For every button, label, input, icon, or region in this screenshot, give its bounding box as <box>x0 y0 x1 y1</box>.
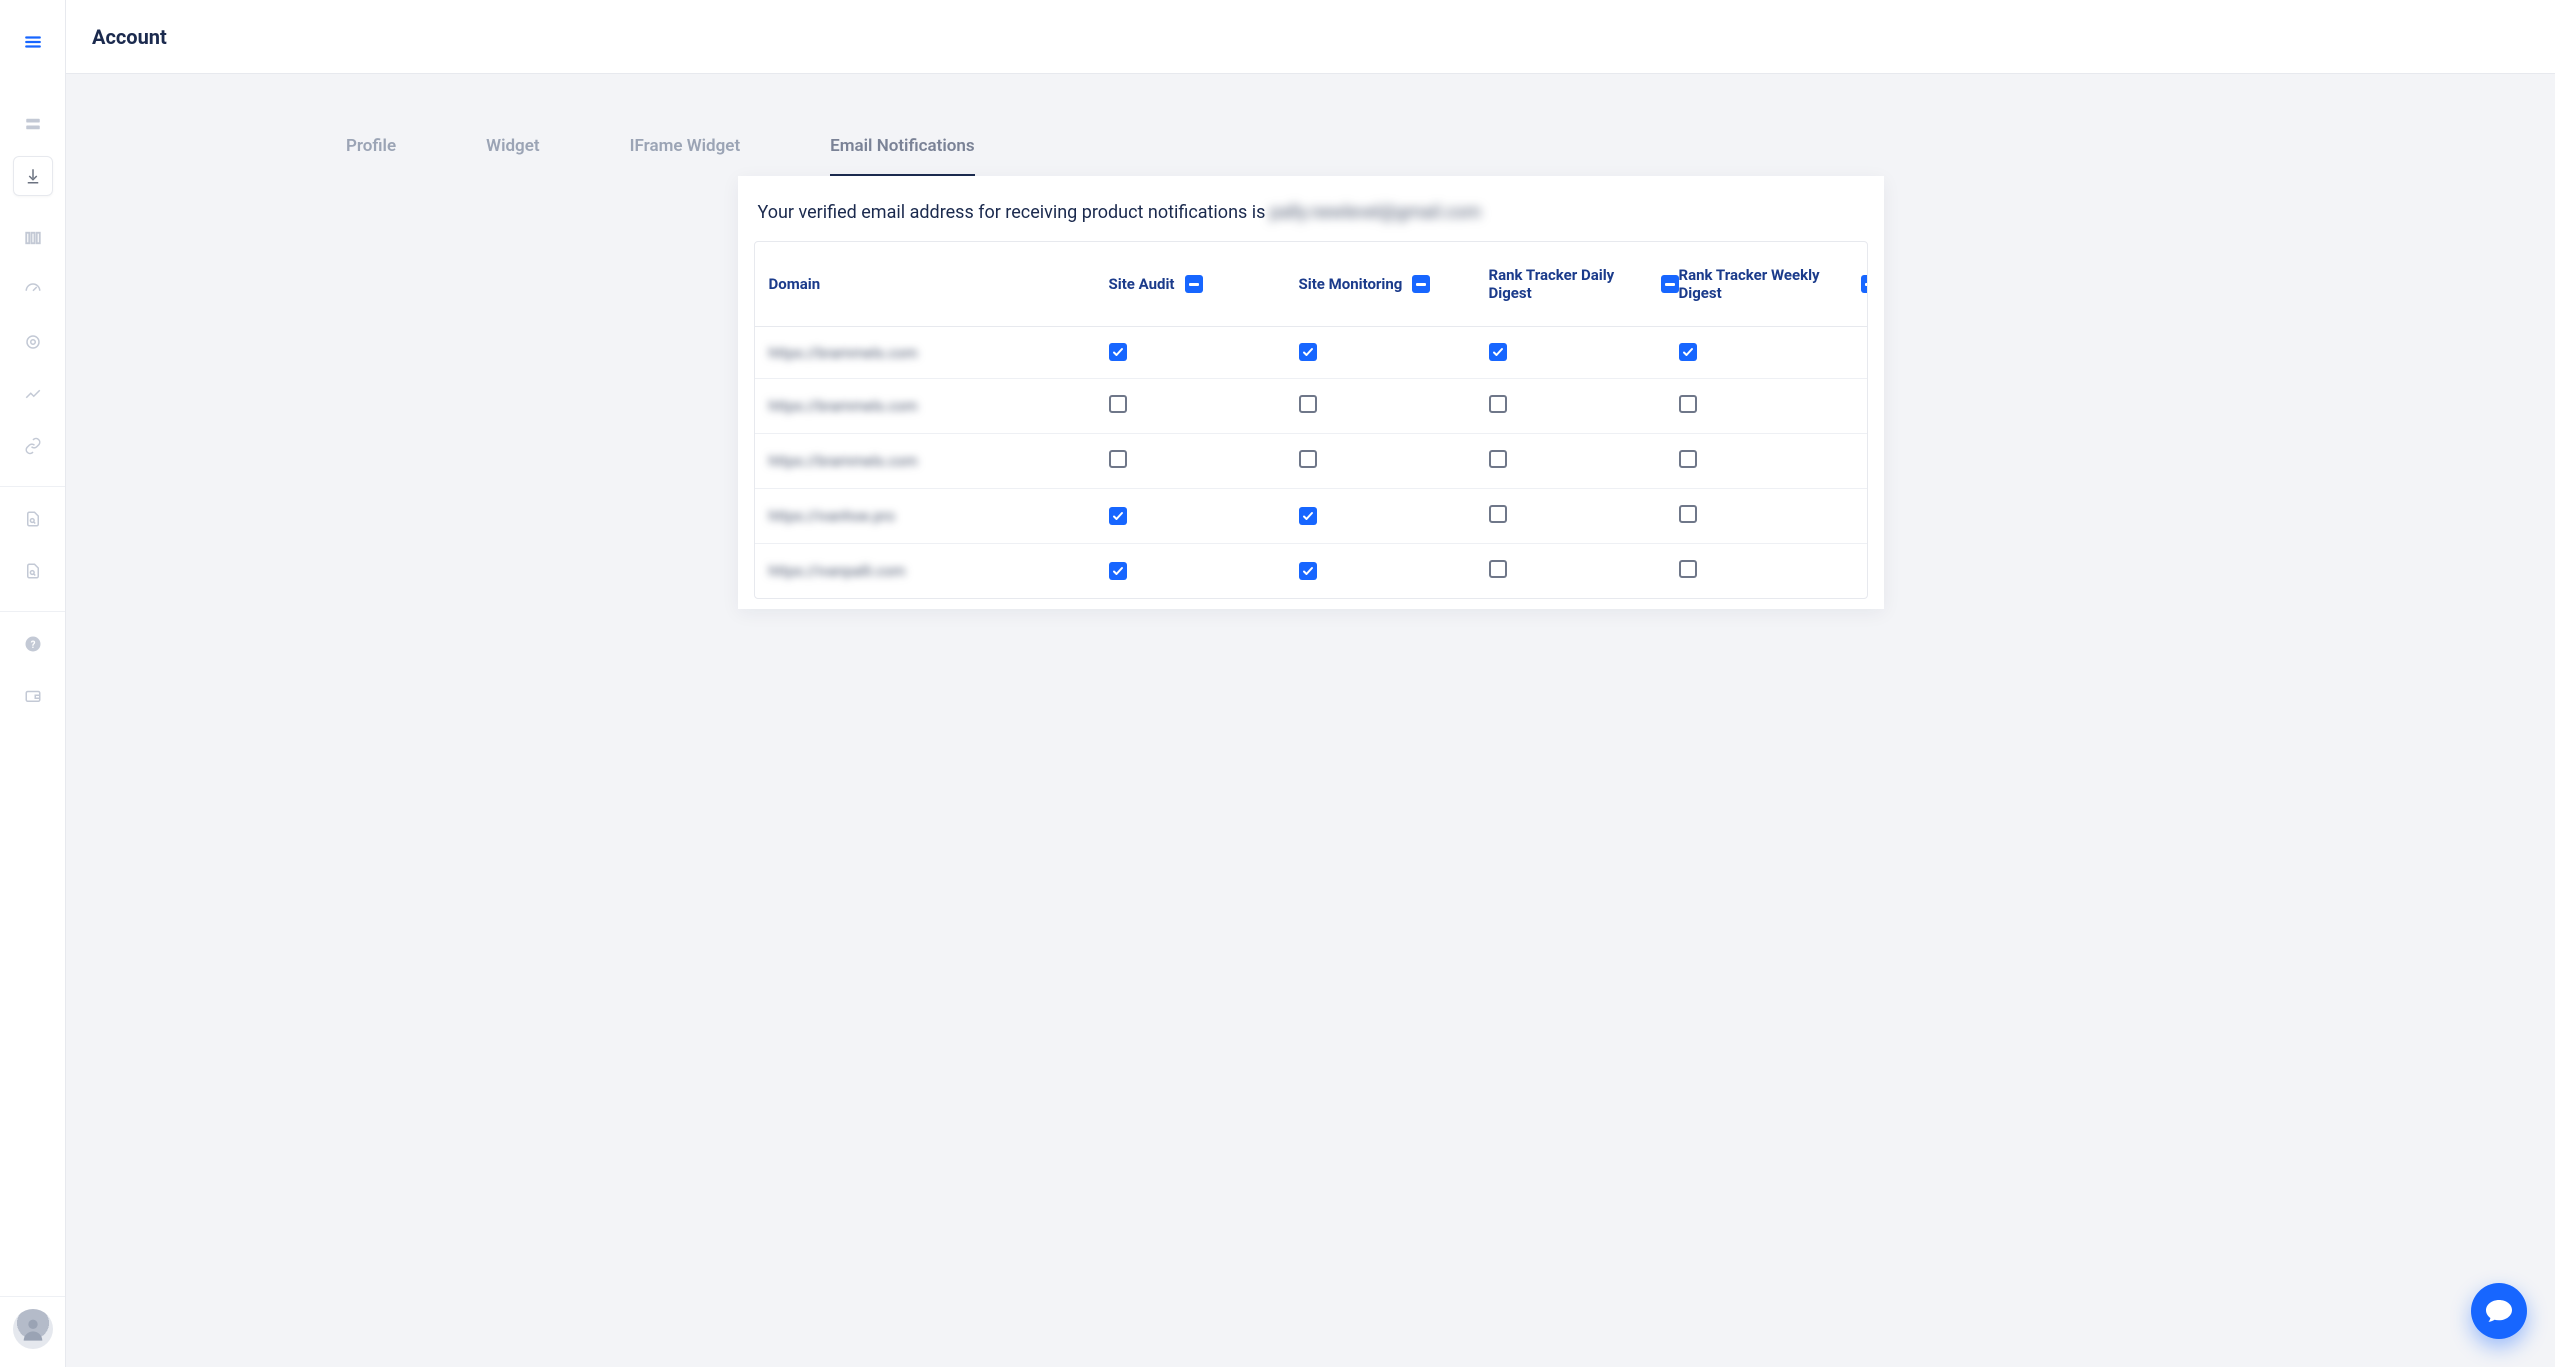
notifications-table: Domain Site Audit Site Monitoring Rank T… <box>754 241 1868 599</box>
sidebar-item-link[interactable] <box>13 426 53 466</box>
sidebar-item-target[interactable] <box>13 322 53 362</box>
sidebar-divider <box>0 1296 65 1297</box>
checkbox-rank-weekly[interactable] <box>1679 450 1697 468</box>
checkbox-site-monitoring[interactable] <box>1299 507 1317 525</box>
avatar[interactable] <box>13 1309 53 1349</box>
gauge-icon <box>24 281 42 299</box>
sidebar: ? <box>0 0 66 1367</box>
sidebar-divider <box>0 486 65 487</box>
sidebar-item-doc2[interactable] <box>13 551 53 591</box>
sidebar-item-help[interactable]: ? <box>13 624 53 664</box>
domain-cell: https://brammels.com <box>769 397 1109 415</box>
domain-cell: https://brammels.com <box>769 452 1109 470</box>
checkbox-site-audit[interactable] <box>1109 395 1127 413</box>
verified-email-notice: Your verified email address for receivin… <box>758 202 1868 223</box>
col-site-audit: Site Audit <box>1109 275 1299 293</box>
checkbox-rank-daily[interactable] <box>1489 450 1507 468</box>
sidebar-item-download[interactable] <box>13 156 53 196</box>
checkbox-rank-daily[interactable] <box>1489 395 1507 413</box>
table-row: https://ivanpalli.com <box>755 544 1867 598</box>
table-row: https://brammels.com <box>755 327 1867 379</box>
header-checkbox-site-monitoring[interactable] <box>1412 275 1430 293</box>
panel: Your verified email address for receivin… <box>738 176 1884 609</box>
col-rank-weekly: Rank Tracker Weekly Digest <box>1679 266 1868 302</box>
checkbox-site-audit[interactable] <box>1109 343 1127 361</box>
help-icon: ? <box>24 635 42 653</box>
target-icon <box>24 333 42 351</box>
tabs: Profile Widget IFrame Widget Email Notif… <box>66 74 2555 176</box>
chat-icon <box>2485 1299 2513 1323</box>
download-icon <box>24 167 42 185</box>
col-domain: Domain <box>769 275 1109 293</box>
checkbox-rank-weekly[interactable] <box>1679 560 1697 578</box>
sidebar-item-rows[interactable] <box>13 104 53 144</box>
checkbox-rank-daily[interactable] <box>1489 560 1507 578</box>
trend-icon <box>24 385 42 403</box>
doc-search-icon <box>24 510 42 528</box>
checkbox-site-monitoring[interactable] <box>1299 450 1317 468</box>
sidebar-item-columns[interactable] <box>13 218 53 258</box>
domain-cell: https://brammels.com <box>769 344 1109 362</box>
checkbox-site-monitoring[interactable] <box>1299 395 1317 413</box>
tab-profile[interactable]: Profile <box>346 136 396 176</box>
doc-search-icon <box>24 562 42 580</box>
sidebar-menu-button[interactable] <box>13 22 53 62</box>
columns-icon <box>24 229 42 247</box>
domain-cell: https://ivanpalli.com <box>769 562 1109 580</box>
topbar: Account <box>66 0 2555 74</box>
col-rank-daily: Rank Tracker Daily Digest <box>1489 266 1679 302</box>
svg-text:?: ? <box>30 640 35 651</box>
checkbox-rank-daily[interactable] <box>1489 343 1507 361</box>
domain-cell: https://ivanhoe.pro <box>769 507 1109 525</box>
checkbox-site-audit[interactable] <box>1109 507 1127 525</box>
sidebar-item-trend[interactable] <box>13 374 53 414</box>
col-site-monitoring: Site Monitoring <box>1299 275 1489 293</box>
user-icon <box>19 1315 47 1343</box>
sidebar-item-wallet[interactable] <box>13 676 53 716</box>
sidebar-item-gauge[interactable] <box>13 270 53 310</box>
menu-icon <box>24 33 42 51</box>
checkbox-rank-weekly[interactable] <box>1679 505 1697 523</box>
notice-email: pally.newlevel@gmail.com <box>1270 202 1481 223</box>
checkbox-rank-weekly[interactable] <box>1679 343 1697 361</box>
header-checkbox-rank-weekly[interactable] <box>1861 275 1868 293</box>
checkbox-site-monitoring[interactable] <box>1299 562 1317 580</box>
checkbox-rank-weekly[interactable] <box>1679 395 1697 413</box>
link-icon <box>24 437 42 455</box>
table-row: https://brammels.com <box>755 434 1867 489</box>
tab-email-notifications[interactable]: Email Notifications <box>830 136 974 176</box>
rows-icon <box>24 115 42 133</box>
sidebar-divider <box>0 611 65 612</box>
tab-iframe-widget[interactable]: IFrame Widget <box>630 136 741 176</box>
tab-widget[interactable]: Widget <box>486 136 539 176</box>
table-row: https://ivanhoe.pro <box>755 489 1867 544</box>
wallet-icon <box>24 687 42 705</box>
notice-prefix: Your verified email address for receivin… <box>758 202 1270 223</box>
page-title: Account <box>92 25 167 49</box>
checkbox-site-audit[interactable] <box>1109 562 1127 580</box>
table-row: https://brammels.com <box>755 379 1867 434</box>
checkbox-site-audit[interactable] <box>1109 450 1127 468</box>
header-checkbox-site-audit[interactable] <box>1185 275 1203 293</box>
header-checkbox-rank-daily[interactable] <box>1661 275 1679 293</box>
chat-button[interactable] <box>2471 1283 2527 1339</box>
checkbox-site-monitoring[interactable] <box>1299 343 1317 361</box>
content-area: Profile Widget IFrame Widget Email Notif… <box>66 74 2555 1367</box>
sidebar-item-doc1[interactable] <box>13 499 53 539</box>
table-header: Domain Site Audit Site Monitoring Rank T… <box>755 242 1867 327</box>
checkbox-rank-daily[interactable] <box>1489 505 1507 523</box>
